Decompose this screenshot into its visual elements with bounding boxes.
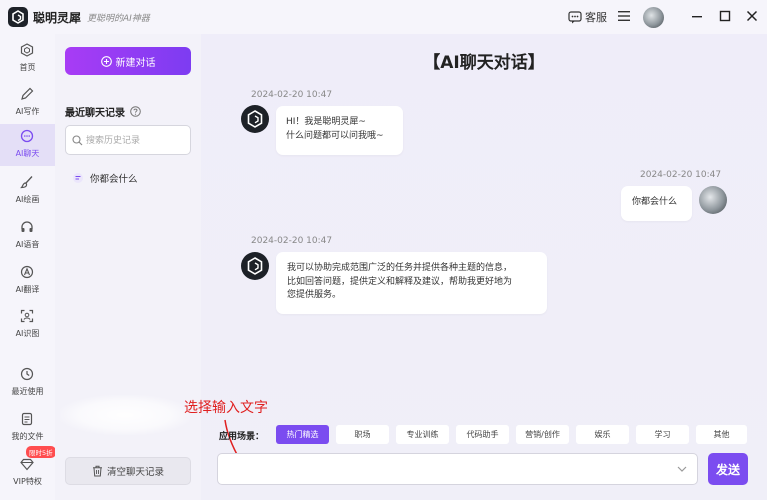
scene-tab-other[interactable]: 其他 <box>696 425 747 444</box>
scene-tab-hot[interactable]: 热门精选 <box>276 425 329 444</box>
nav-item-ai-painting[interactable]: AI绘画 <box>0 170 55 212</box>
bot-avatar <box>241 105 269 133</box>
nav-label: 最近使用 <box>11 387 44 396</box>
nav-item-my-files[interactable]: 我的文件 <box>0 407 55 449</box>
send-button[interactable]: 发送 <box>708 453 748 485</box>
vip-discount-badge: 限时5折 <box>26 446 56 458</box>
bot-message-bubble: HI！我是聪明灵犀~ 什么问题都可以问我哦~ <box>276 106 403 155</box>
minimize-icon[interactable] <box>690 9 704 23</box>
message-line: HI！我是聪明灵犀~ <box>286 117 366 127</box>
new-chat-label: 新建对话 <box>115 57 156 69</box>
app-slogan: 更聪明的AI神器 <box>87 14 150 24</box>
bot-avatar <box>241 252 269 280</box>
scene-tab-marketing[interactable]: 营销/创作 <box>516 425 569 444</box>
clear-history-label: 清空聊天记录 <box>106 467 164 478</box>
page-title: 【AI聊天对话】 <box>423 53 545 73</box>
recent-chats-title: 最近聊天记录 <box>65 108 125 119</box>
history-search-box[interactable] <box>65 125 191 155</box>
file-icon <box>21 412 33 426</box>
message-timestamp: 2024-02-20 10:47 <box>251 90 333 100</box>
brush-icon <box>20 176 33 189</box>
scan-icon <box>20 309 34 323</box>
message-timestamp: 2024-02-20 10:47 <box>640 170 722 180</box>
message-input[interactable] <box>226 460 666 480</box>
nav-label: AI语音 <box>15 240 40 249</box>
scene-tab-code[interactable]: 代码助手 <box>456 425 509 444</box>
nav-label: 首页 <box>19 63 36 72</box>
nav-item-ai-chat[interactable]: AI聊天 <box>0 124 55 166</box>
translate-icon <box>20 265 34 279</box>
app-logo-icon <box>8 7 28 27</box>
app-name: 聪明灵犀 <box>33 11 82 25</box>
nav-label: AI识图 <box>15 329 40 338</box>
blurred-area <box>60 395 190 435</box>
scene-tab-workplace[interactable]: 职场 <box>336 425 389 444</box>
nav-label: AI翻译 <box>15 285 40 294</box>
nav-item-vip[interactable]: VIP特权 <box>0 452 55 494</box>
scene-tab-study[interactable]: 学习 <box>636 425 689 444</box>
history-search-input[interactable] <box>86 132 186 150</box>
message-timestamp: 2024-02-20 10:47 <box>251 236 333 246</box>
message-line: 比如回答问题，提供定义和解释及建议，帮助我更好地为 <box>287 276 513 287</box>
message-line: 你都会什么 <box>632 197 678 207</box>
nav-item-ai-voice[interactable]: AI语音 <box>0 215 55 257</box>
help-icon[interactable] <box>130 106 141 117</box>
user-message-bubble: 你都会什么 <box>621 186 692 221</box>
clock-icon <box>20 367 34 381</box>
support-button[interactable]: 客服 <box>568 8 607 26</box>
bot-logo-icon <box>247 257 263 275</box>
close-icon[interactable] <box>745 9 759 23</box>
pen-icon <box>21 87 34 100</box>
nav-label: VIP特权 <box>13 477 42 486</box>
cube-icon <box>20 43 34 57</box>
headphones-icon <box>21 221 33 232</box>
message-input-box[interactable] <box>217 453 698 485</box>
recent-chats-heading: 最近聊天记录 <box>65 104 141 119</box>
search-icon <box>72 135 83 146</box>
nav-item-ai-image-recognition[interactable]: AI识图 <box>0 304 55 346</box>
chevron-down-icon[interactable] <box>677 466 687 473</box>
nav-label: AI绘画 <box>15 195 40 204</box>
chat-history-icon <box>73 173 83 183</box>
nav-label: 我的文件 <box>11 432 44 441</box>
diamond-icon <box>20 458 34 471</box>
nav-label: AI聊天 <box>15 149 40 158</box>
menu-icon[interactable] <box>618 10 630 22</box>
history-item[interactable]: 你都会什么 <box>72 171 138 185</box>
plus-circle-icon <box>100 55 112 67</box>
new-chat-button[interactable]: 新建对话 <box>65 47 191 75</box>
message-line: 什么问题都可以问我哦~ <box>286 130 384 141</box>
nav-label: AI写作 <box>15 107 40 116</box>
support-label: 客服 <box>585 11 607 24</box>
chat-icon <box>20 129 34 143</box>
scene-label: 应用场景： <box>219 432 265 442</box>
bot-message-bubble: 我可以协助完成范围广泛的任务并提供各种主题的信息， 比如回答问题，提供定义和解释… <box>276 252 547 314</box>
message-line: 我可以协助完成范围广泛的任务并提供各种主题的信息， <box>287 263 513 273</box>
nav-item-ai-writing[interactable]: AI写作 <box>0 82 55 124</box>
user-message-avatar <box>699 186 727 214</box>
scene-tab-professional[interactable]: 专业训练 <box>396 425 449 444</box>
user-avatar[interactable] <box>643 7 664 28</box>
clear-history-button[interactable]: 清空聊天记录 <box>65 457 191 485</box>
annotation-label: 选择输入文字 <box>184 400 268 416</box>
nav-item-recent[interactable]: 最近使用 <box>0 362 55 404</box>
message-line: 您提供服务。 <box>287 290 342 300</box>
bot-logo-icon <box>247 110 263 128</box>
scene-tab-entertainment[interactable]: 娱乐 <box>576 425 629 444</box>
nav-item-home[interactable]: 首页 <box>0 38 55 80</box>
chat-bubble-icon <box>568 10 582 23</box>
trash-icon <box>92 465 102 477</box>
title-bar: 聪明灵犀 更聪明的AI神器 客服 <box>0 0 767 34</box>
maximize-icon[interactable] <box>718 9 732 23</box>
history-item-title: 你都会什么 <box>90 174 138 185</box>
nav-item-ai-translate[interactable]: AI翻译 <box>0 260 55 302</box>
left-nav: 首页 AI写作 AI聊天 AI绘画 AI语音 AI翻译 AI识图 最近使用 我的… <box>0 34 55 500</box>
